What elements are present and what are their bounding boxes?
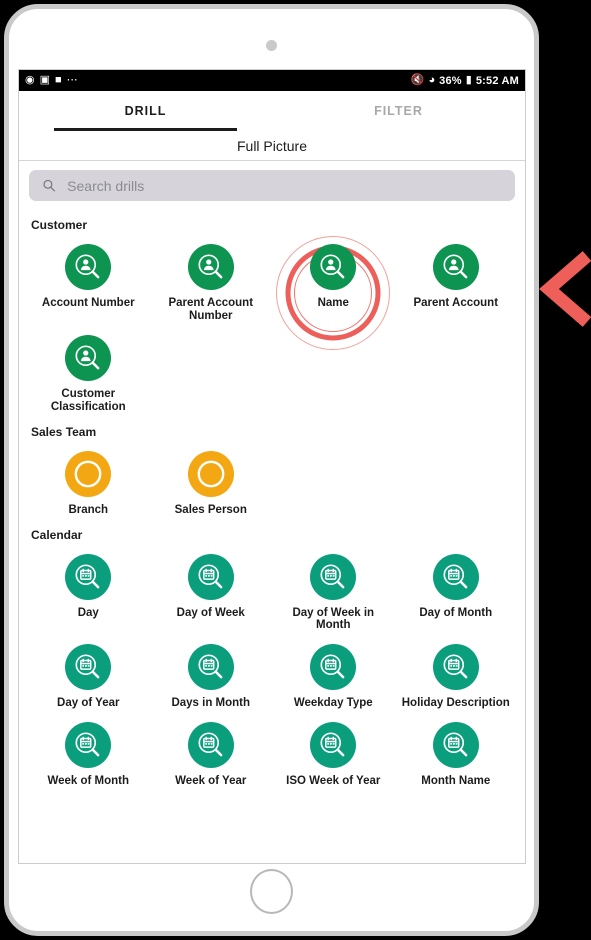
drill-item[interactable]: Sales Person [150,441,273,519]
drill-grid-sales-team: Branch Sales Person [27,441,517,519]
drill-grid-customer: Account Number Parent Account Number Nam… [27,234,517,416]
drill-list: Customer Account Number Parent Account N… [19,209,525,863]
person-search-icon[interactable] [432,244,479,290]
drill-item[interactable]: Month Name [395,712,518,790]
drill-item[interactable]: Day of Week [150,544,273,635]
ring-icon[interactable] [65,450,112,497]
drill-item-label: ISO Week of Year [286,775,381,788]
drill-item[interactable]: Parent Account [395,234,518,325]
calendar-search-icon[interactable] [65,553,112,600]
image-icon: ▣ [39,74,51,86]
more-icon: ⋯ [66,74,78,86]
battery-percent-label: 36% [439,74,462,87]
chevron-left-icon [539,251,591,327]
chevron-left-marker [539,248,591,330]
drill-item-label: Day of Month [419,606,493,619]
search-icon [43,179,55,192]
drill-item-label: Customer Classification [50,387,126,413]
battery-icon: ▮ [465,74,472,86]
drill-item[interactable]: ISO Week of Year [272,712,395,790]
calendar-search-icon[interactable] [432,722,479,769]
alarm-icon: ◉ [25,74,35,86]
drill-item[interactable]: Week of Year [150,712,273,790]
tablet-device-frame: ◉ ▣ ■ ⋯ 🔇 ◕ 36% ▮ 5:52 AM DRILL FILTER F… [4,4,539,936]
search-bar[interactable] [29,170,515,201]
wifi-icon: ◕ [428,74,436,86]
drill-item[interactable]: Day of Week in Month [272,544,395,635]
sub-header-title: Full Picture [236,137,308,154]
drill-item-label: Parent Account Number [168,297,254,322]
drill-item[interactable]: Weekday Type [272,634,395,712]
calendar-search-icon[interactable] [187,553,234,600]
drill-item-label: Week of Year [175,775,247,788]
drill-item-label: Day of Week [176,606,245,619]
drill-item-label: Name [317,297,349,309]
tab-drill[interactable]: DRILL [19,91,272,131]
ring-icon[interactable] [187,450,234,497]
drill-item-label: Account Number [41,297,135,309]
drill-item[interactable]: Day of Month [395,544,518,635]
front-camera-dot [266,40,277,51]
section-title-customer: Customer [31,218,88,232]
drill-item[interactable]: Holiday Description [395,634,518,712]
search-bar-container [19,161,525,209]
status-bar-right-icons: 🔇 ◕ 36% ▮ 5:52 AM [411,75,519,87]
calendar-search-icon[interactable] [65,722,112,769]
tab-filter-label: FILTER [374,104,423,118]
drill-item[interactable]: Branch [27,441,150,519]
drill-item[interactable]: Name [272,234,395,350]
drill-item-label: Sales Person [174,503,247,516]
tab-bar: DRILL FILTER [19,91,525,131]
drill-item[interactable]: Parent Account Number [150,234,273,325]
drill-item-label: Branch [68,503,109,516]
calendar-search-icon[interactable] [310,553,357,600]
calendar-search-icon[interactable] [432,553,479,600]
calendar-search-icon[interactable] [310,644,357,691]
section-title-calendar: Calendar [31,527,83,542]
drill-item-label: Weekday Type [293,697,373,710]
calendar-search-icon[interactable] [187,722,234,769]
drill-item[interactable]: Days in Month [150,634,273,712]
drill-item[interactable]: Week of Month [27,712,150,790]
drill-item-label: Day of Year [57,697,120,710]
drill-item[interactable]: Customer Classification [27,325,150,416]
home-button[interactable] [249,869,293,914]
section-title-sales-team: Sales Team [31,424,97,439]
drill-item-label: Holiday Description [401,697,510,710]
calendar-search-icon[interactable] [187,644,234,691]
person-search-icon[interactable] [65,334,112,381]
drill-item-label: Day [77,606,99,619]
tab-drill-label: DRILL [124,104,167,118]
tablet-screen: ◉ ▣ ■ ⋯ 🔇 ◕ 36% ▮ 5:52 AM DRILL FILTER F… [18,69,526,864]
person-search-icon[interactable] [310,244,357,290]
drill-item-label: Day of Week in Month [292,606,375,632]
drill-grid-calendar: Day Day of Week Day of Week in Month Day… [27,544,517,791]
clock-label: 5:52 AM [475,74,519,87]
person-search-icon[interactable] [187,244,234,290]
mute-icon: 🔇 [410,74,425,86]
search-input[interactable] [67,177,502,194]
status-bar: ◉ ▣ ■ ⋯ 🔇 ◕ 36% ▮ 5:52 AM [19,70,525,91]
drill-item[interactable]: Account Number [27,234,150,325]
calendar-search-icon[interactable] [310,722,357,769]
calendar-search-icon[interactable] [432,644,479,691]
drill-item-label: Parent Account [413,297,499,309]
status-bar-left-icons: ◉ ▣ ■ ⋯ [25,75,78,86]
drill-item[interactable]: Day of Year [27,634,150,712]
person-search-icon[interactable] [65,244,112,290]
sub-header: Full Picture [19,131,525,161]
calendar-search-icon[interactable] [65,644,112,691]
drill-item-label: Month Name [421,775,491,788]
drill-item-label: Week of Month [47,775,130,788]
drill-item-label: Days in Month [171,697,251,710]
bag-icon: ■ [55,74,62,86]
drill-item[interactable]: Day [27,544,150,635]
tab-filter[interactable]: FILTER [272,91,525,131]
